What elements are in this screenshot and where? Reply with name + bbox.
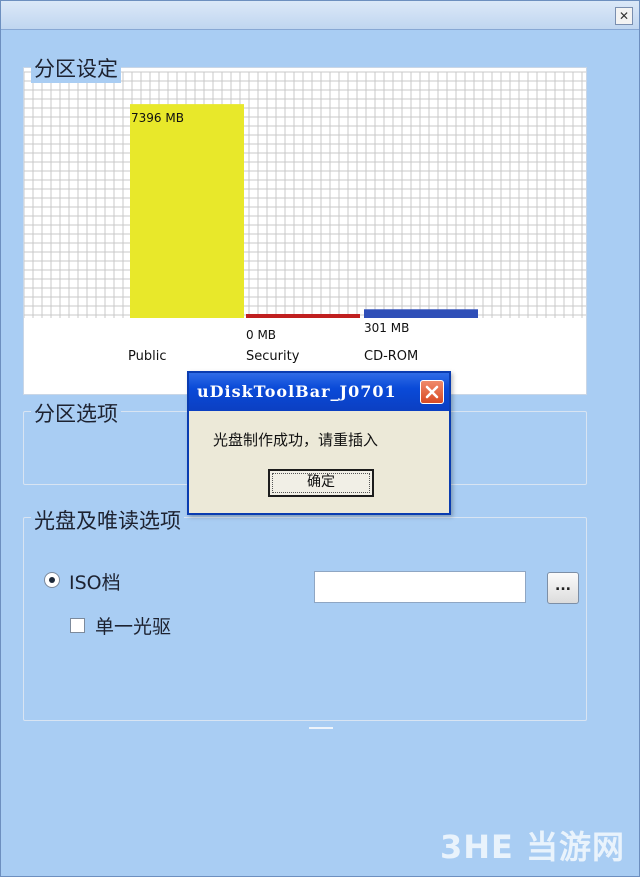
- dialog-message: 光盘制作成功，请重插入: [213, 431, 379, 449]
- separator: [309, 727, 333, 729]
- partition-options-label: 分区选项: [31, 398, 121, 428]
- value-label: 0 MB: [246, 328, 276, 342]
- partition-settings-label: 分区设定: [31, 53, 121, 83]
- iso-path-input[interactable]: [314, 571, 526, 603]
- close-icon: [425, 385, 439, 399]
- ok-button[interactable]: 确定: [268, 469, 374, 497]
- partition-chart: 7396 MB Public 0 MB Security 301 MB CD-ROM: [23, 71, 586, 394]
- close-icon: ✕: [618, 9, 630, 23]
- single-drive-label[interactable]: 单一光驱: [95, 612, 171, 639]
- bar-public: [130, 104, 244, 318]
- dialog-title: uDiskToolBar_J0701: [197, 382, 397, 401]
- dialog-title-bar: uDiskToolBar_J0701: [189, 373, 449, 411]
- category-label: CD-ROM: [364, 349, 418, 364]
- dialog-close-button[interactable]: [420, 380, 444, 404]
- partition-chart-panel: 7396 MB Public 0 MB Security 301 MB CD-ROM: [23, 67, 587, 395]
- disc-options-label: 光盘及唯读选项: [31, 505, 184, 535]
- watermark: 3HE 当游网: [439, 828, 625, 866]
- main-window: ✕ 7396 MB Public 0 MB Security 301 MB CD-ROM …: [0, 0, 640, 877]
- iso-label[interactable]: ISO档: [69, 568, 121, 595]
- iso-radio[interactable]: [44, 572, 60, 588]
- category-label: Security: [246, 349, 300, 364]
- value-label: 301 MB: [364, 321, 409, 335]
- value-label: 7396 MB: [131, 111, 184, 125]
- bar-security: [246, 314, 360, 318]
- bar-cd-rom: [364, 309, 478, 318]
- close-button[interactable]: ✕: [615, 7, 633, 25]
- browse-button[interactable]: ...: [547, 572, 579, 604]
- message-dialog: uDiskToolBar_J0701 光盘制作成功，请重插入 确定: [187, 371, 451, 515]
- category-label: Public: [128, 349, 166, 364]
- chart-bars: [130, 104, 478, 318]
- title-bar: ✕: [1, 1, 639, 30]
- single-drive-checkbox[interactable]: [70, 618, 85, 633]
- chart-grid: [23, 71, 586, 318]
